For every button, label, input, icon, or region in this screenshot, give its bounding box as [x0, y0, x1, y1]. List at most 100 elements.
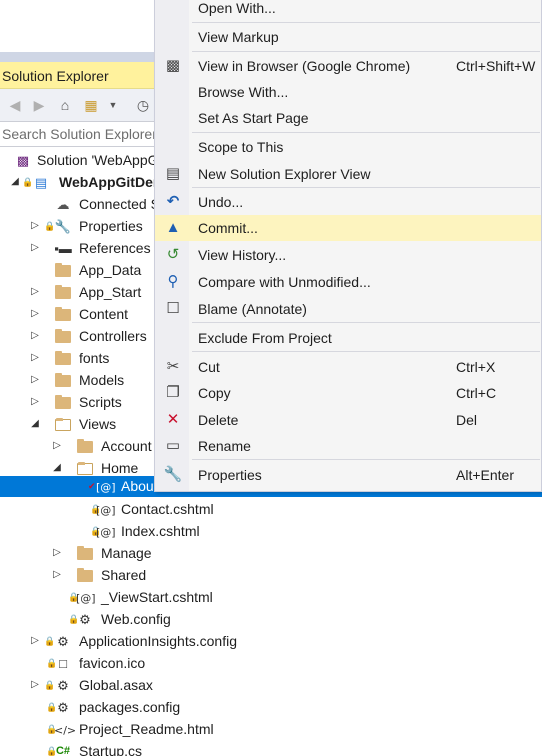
menu-item-label: Set As Start Page — [198, 110, 309, 126]
razor-file-icon: [@] — [96, 526, 116, 539]
collapse-arrow-icon[interactable]: ◢ — [10, 175, 20, 189]
menu-item-open-with[interactable]: Open With... — [155, 0, 541, 21]
menu-item-shortcut: Del — [456, 412, 478, 428]
folder-icon — [54, 284, 72, 301]
lock-icon: 🔒 — [44, 680, 56, 690]
menu-item-label: Copy — [198, 385, 231, 401]
tree-item-label: fonts — [79, 350, 110, 366]
tree-item-shared[interactable]: ▷ Shared — [0, 565, 542, 586]
menu-item-view-history[interactable]: ↺ View History... — [155, 242, 541, 268]
tree-item-startup-cs[interactable]: 🔒 C# Startup.cs — [0, 741, 542, 756]
checkout-icon: ✔ — [88, 481, 96, 491]
tree-item-label: Web.config — [101, 611, 171, 627]
expand-arrow-icon[interactable]: ▷ — [30, 373, 40, 387]
tree-item-project-readme[interactable]: 🔒 ​</> Project_Readme.html — [0, 719, 542, 740]
tree-item-label: Content — [79, 306, 129, 322]
menu-item-rename[interactable]: ▭ Rename — [155, 433, 541, 459]
connected-services-icon: ☁ — [56, 197, 70, 212]
folder-icon — [76, 438, 94, 455]
expand-arrow-icon[interactable]: ▷ — [30, 219, 40, 233]
blame-icon: ☐ — [166, 300, 180, 317]
tree-item-web-config[interactable]: 🔒 ⚙ Web.config — [0, 609, 542, 630]
tree-item-packages-config[interactable]: 🔒 ⚙ packages.config — [0, 697, 542, 718]
tree-item-label: Home — [101, 460, 139, 476]
tree-item-contact[interactable]: 🔒 [@] Contact.cshtml — [0, 499, 542, 520]
expand-arrow-icon[interactable]: ▷ — [30, 285, 40, 299]
config-icon: ⚙ — [57, 700, 69, 715]
csharp-file-icon: C# — [55, 745, 71, 756]
menu-item-label: Rename — [198, 438, 251, 454]
dropdown-icon[interactable]: ▼ — [104, 96, 122, 114]
asax-icon: ⚙ — [57, 678, 69, 693]
solution-explorer-title-bar[interactable]: Solution Explorer — [0, 62, 160, 89]
expand-arrow-icon[interactable]: ▷ — [30, 678, 40, 692]
collapse-arrow-icon[interactable]: ◢ — [30, 417, 40, 431]
undo-icon: ↶ — [166, 193, 180, 210]
expand-arrow-icon[interactable]: ▷ — [30, 307, 40, 321]
tree-item-label: App_Data — [79, 262, 142, 278]
config-icon: ⚙ — [57, 634, 69, 649]
search-input[interactable] — [2, 125, 158, 143]
tab-strip — [0, 52, 160, 62]
menu-separator — [192, 132, 540, 133]
menu-item-blame[interactable]: ☐ Blame (Annotate) — [155, 296, 541, 322]
folder-icon — [76, 567, 94, 584]
menu-item-commit[interactable]: ▲ Commit... — [155, 215, 541, 241]
tree-item-index[interactable]: 🔒 [@] Index.cshtml — [0, 521, 542, 542]
tree-item-manage[interactable]: ▷ Manage — [0, 543, 542, 564]
menu-item-compare-unmodified[interactable]: ⚲ Compare with Unmodified... — [155, 269, 541, 295]
lock-icon: 🔒 — [44, 636, 56, 646]
expand-arrow-icon[interactable]: ▷ — [30, 241, 40, 255]
folder-icon — [54, 394, 72, 411]
menu-item-new-solution-explorer-view[interactable]: ▤ New Solution Explorer View — [155, 161, 541, 187]
tree-item-label: Global.asax — [79, 677, 153, 693]
menu-item-view-in-browser[interactable]: ▩ View in Browser (Google Chrome) Ctrl+S… — [155, 53, 541, 79]
expand-arrow-icon[interactable]: ▷ — [30, 395, 40, 409]
expand-arrow-icon[interactable]: ▷ — [52, 568, 62, 582]
tree-item-label: Controllers — [79, 328, 147, 344]
tree-item-label: Startup.cs — [79, 743, 143, 756]
menu-item-scope-to-this[interactable]: Scope to This — [155, 134, 541, 160]
menu-item-label: Scope to This — [198, 139, 284, 155]
expand-arrow-icon[interactable]: ▷ — [52, 439, 62, 453]
tree-item-favicon[interactable]: 🔒 □ favicon.ico — [0, 653, 542, 674]
menu-item-properties[interactable]: 🔧 Properties Alt+Enter — [155, 462, 541, 488]
solution-explorer-toolbar: ◀ ▶ ⌂ ▦ ▼ ◷ — [0, 89, 160, 121]
razor-file-icon: [@] — [76, 592, 96, 605]
menu-item-label: Undo... — [198, 194, 244, 210]
menu-item-set-start-page[interactable]: Set As Start Page — [155, 105, 541, 131]
tree-item-appinsights-config[interactable]: ▷ 🔒 ⚙ ApplicationInsights.config — [0, 631, 542, 652]
delete-icon: ✕ — [166, 411, 180, 428]
web-project-icon: ▤ — [34, 175, 48, 190]
pending-changes-icon[interactable]: ◷ — [134, 96, 152, 114]
menu-item-undo[interactable]: ↶ Undo... — [155, 189, 541, 215]
tree-item-global-asax[interactable]: ▷ 🔒 ⚙ Global.asax — [0, 675, 542, 696]
expand-arrow-icon[interactable]: ▷ — [30, 351, 40, 365]
menu-separator — [192, 351, 540, 352]
menu-item-delete[interactable]: ✕ Delete Del — [155, 407, 541, 433]
expand-arrow-icon[interactable]: ▷ — [52, 546, 62, 560]
collapse-arrow-icon[interactable]: ◢ — [52, 461, 62, 475]
menu-item-copy[interactable]: ❐ Copy Ctrl+C — [155, 380, 541, 406]
tree-item-viewstart[interactable]: 🔒 [@] _ViewStart.cshtml — [0, 587, 542, 608]
switch-views-icon[interactable]: ▦ — [82, 96, 100, 114]
forward-icon[interactable]: ▶ — [30, 96, 48, 114]
expand-arrow-icon[interactable]: ▷ — [30, 634, 40, 648]
compare-icon: ⚲ — [167, 273, 179, 290]
new-view-icon: ▤ — [165, 165, 181, 182]
menu-item-view-markup[interactable]: View Markup — [155, 24, 541, 50]
tree-item-label: _ViewStart.cshtml — [101, 589, 213, 605]
expand-arrow-icon[interactable]: ▷ — [30, 329, 40, 343]
home-icon[interactable]: ⌂ — [56, 96, 74, 114]
menu-item-browse-with[interactable]: Browse With... — [155, 79, 541, 105]
rename-icon: ▭ — [165, 437, 181, 454]
solution-explorer-search[interactable] — [0, 121, 160, 147]
menu-item-cut[interactable]: ✂ Cut Ctrl+X — [155, 354, 541, 380]
scissors-icon: ✂ — [166, 358, 180, 375]
tree-item-label: Index.cshtml — [121, 523, 200, 539]
back-icon[interactable]: ◀ — [6, 96, 24, 114]
menu-item-exclude-from-project[interactable]: Exclude From Project — [155, 325, 541, 351]
html-file-icon: ​</> — [54, 724, 77, 737]
menu-item-label: Open With... — [198, 0, 276, 16]
lock-icon: 🔒 — [22, 177, 34, 187]
